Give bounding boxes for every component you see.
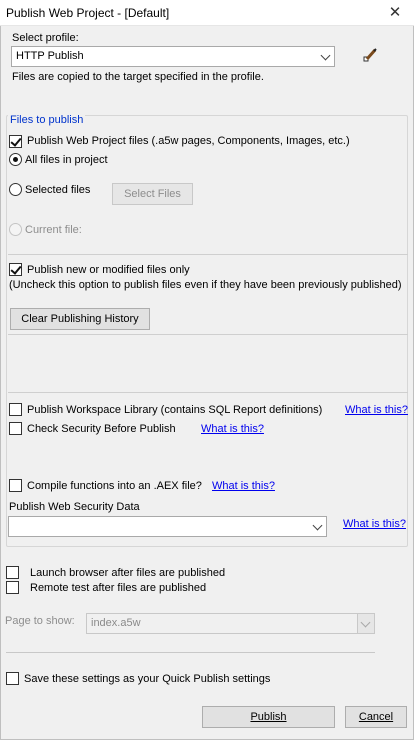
publish-project-files-checkbox[interactable]	[9, 135, 22, 148]
close-icon[interactable]: ✕	[384, 3, 406, 23]
check-security-label: Check Security Before Publish	[27, 423, 176, 435]
check-security-checkbox[interactable]	[9, 422, 22, 435]
security-data-help-link[interactable]: What is this?	[343, 518, 406, 530]
compile-functions-label: Compile functions into an .AEX file?	[27, 480, 202, 492]
selected-files-label: Selected files	[25, 184, 91, 196]
publish-modified-label: Publish new or modified files only	[27, 264, 190, 276]
cancel-button-label: Cancel	[358, 711, 394, 723]
current-file-label: Current file:	[25, 224, 82, 236]
security-data-dropdown[interactable]	[8, 516, 327, 537]
compile-functions-checkbox[interactable]	[9, 479, 22, 492]
remote-test-checkbox[interactable]	[6, 581, 19, 594]
publish-button[interactable]: Publish	[202, 706, 335, 728]
all-files-radio[interactable]	[9, 153, 22, 166]
clear-history-button[interactable]: Clear Publishing History	[10, 308, 150, 330]
chevron-down-icon	[312, 520, 323, 531]
profile-dropdown[interactable]: HTTP Publish	[11, 46, 335, 67]
selected-files-radio[interactable]	[9, 183, 22, 196]
chevron-down-icon	[320, 50, 331, 61]
workspace-library-help-link[interactable]: What is this?	[345, 404, 408, 416]
quick-publish-label: Save these settings as your Quick Publis…	[24, 673, 271, 685]
check-security-help-link[interactable]: What is this?	[201, 423, 264, 435]
page-to-show-value: index.a5w	[91, 617, 141, 629]
edit-pencil-icon[interactable]	[362, 46, 380, 64]
title-bar: Publish Web Project - [Default] ✕	[0, 0, 414, 26]
security-data-label: Publish Web Security Data	[9, 501, 140, 513]
separator	[8, 334, 408, 335]
remote-test-label: Remote test after files are published	[30, 582, 207, 594]
profile-value: HTTP Publish	[16, 50, 84, 62]
window-title: Publish Web Project - [Default]	[6, 6, 170, 20]
profile-description: Files are copied to the target specified…	[12, 71, 264, 83]
separator	[8, 254, 408, 255]
quick-publish-checkbox[interactable]	[6, 672, 19, 685]
publish-modified-note: (Uncheck this option to publish files ev…	[9, 279, 402, 291]
all-files-label: All files in project	[25, 154, 108, 166]
cancel-button[interactable]: Cancel	[345, 706, 407, 728]
select-files-button[interactable]: Select Files	[112, 183, 193, 205]
current-file-radio[interactable]	[9, 223, 22, 236]
separator	[8, 392, 408, 393]
workspace-library-checkbox[interactable]	[9, 403, 22, 416]
files-to-publish-label: Files to publish	[8, 114, 86, 126]
publish-project-files-label: Publish Web Project files (.a5w pages, C…	[27, 135, 350, 147]
launch-browser-checkbox[interactable]	[6, 566, 19, 579]
publish-modified-checkbox[interactable]	[9, 263, 22, 276]
workspace-library-label: Publish Workspace Library (contains SQL …	[27, 404, 323, 416]
page-to-show-label: Page to show:	[5, 615, 75, 627]
separator	[6, 652, 375, 653]
publish-button-label: Publish	[250, 711, 287, 723]
page-to-show-dropdown[interactable]: index.a5w	[86, 613, 375, 634]
compile-functions-help-link[interactable]: What is this?	[212, 480, 275, 492]
launch-browser-label: Launch browser after files are published	[30, 567, 226, 579]
select-profile-label: Select profile:	[12, 32, 79, 44]
